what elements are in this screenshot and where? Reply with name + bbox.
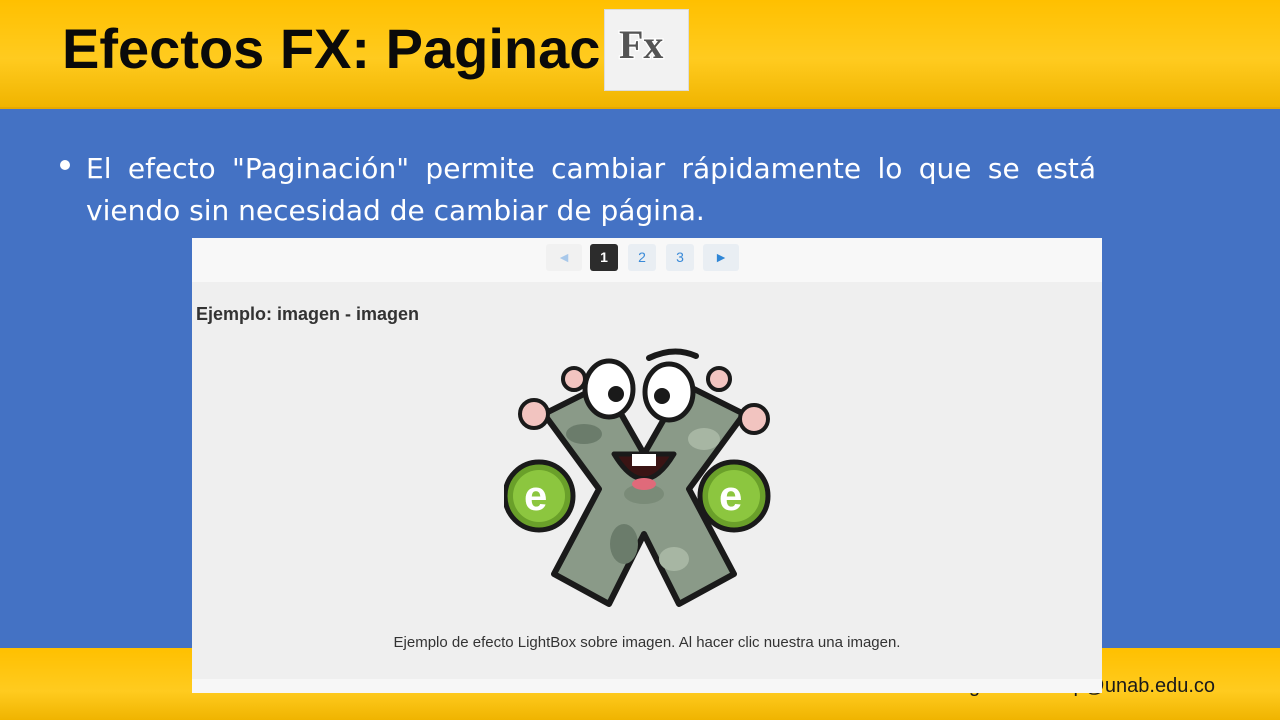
page-3-button[interactable]: 3 bbox=[666, 244, 694, 271]
next-page-button[interactable]: ► bbox=[703, 244, 739, 271]
fx-logo-text: Fx bbox=[619, 22, 663, 67]
prev-arrow-icon: ◄ bbox=[557, 249, 571, 265]
image-caption: Ejemplo de efecto LightBox sobre imagen.… bbox=[393, 634, 901, 651]
example-heading: Ejemplo: imagen - imagen bbox=[196, 304, 420, 324]
prev-page-button[interactable]: ◄ bbox=[546, 244, 582, 271]
pagination-bar: ◄ 1 2 3 ► bbox=[192, 238, 1102, 282]
next-arrow-icon: ► bbox=[714, 249, 728, 265]
svg-text:e: e bbox=[524, 472, 547, 519]
fx-logo-icon: Fx bbox=[604, 9, 689, 91]
bullet-text: El efecto "Paginación" permite cambiar r… bbox=[86, 152, 1096, 227]
svg-text:e: e bbox=[719, 472, 742, 519]
page-1-button[interactable]: 1 bbox=[590, 244, 618, 271]
exe-mascot-image[interactable]: e e bbox=[504, 344, 784, 614]
bullet-marker bbox=[60, 160, 70, 170]
page-2-button[interactable]: 2 bbox=[628, 244, 656, 271]
embedded-page-screenshot: ◄ 1 2 3 ► Ejemplo: imagen - imagen e e E… bbox=[192, 238, 1102, 693]
slide-title: Efectos FX: Paginación bbox=[62, 17, 685, 80]
